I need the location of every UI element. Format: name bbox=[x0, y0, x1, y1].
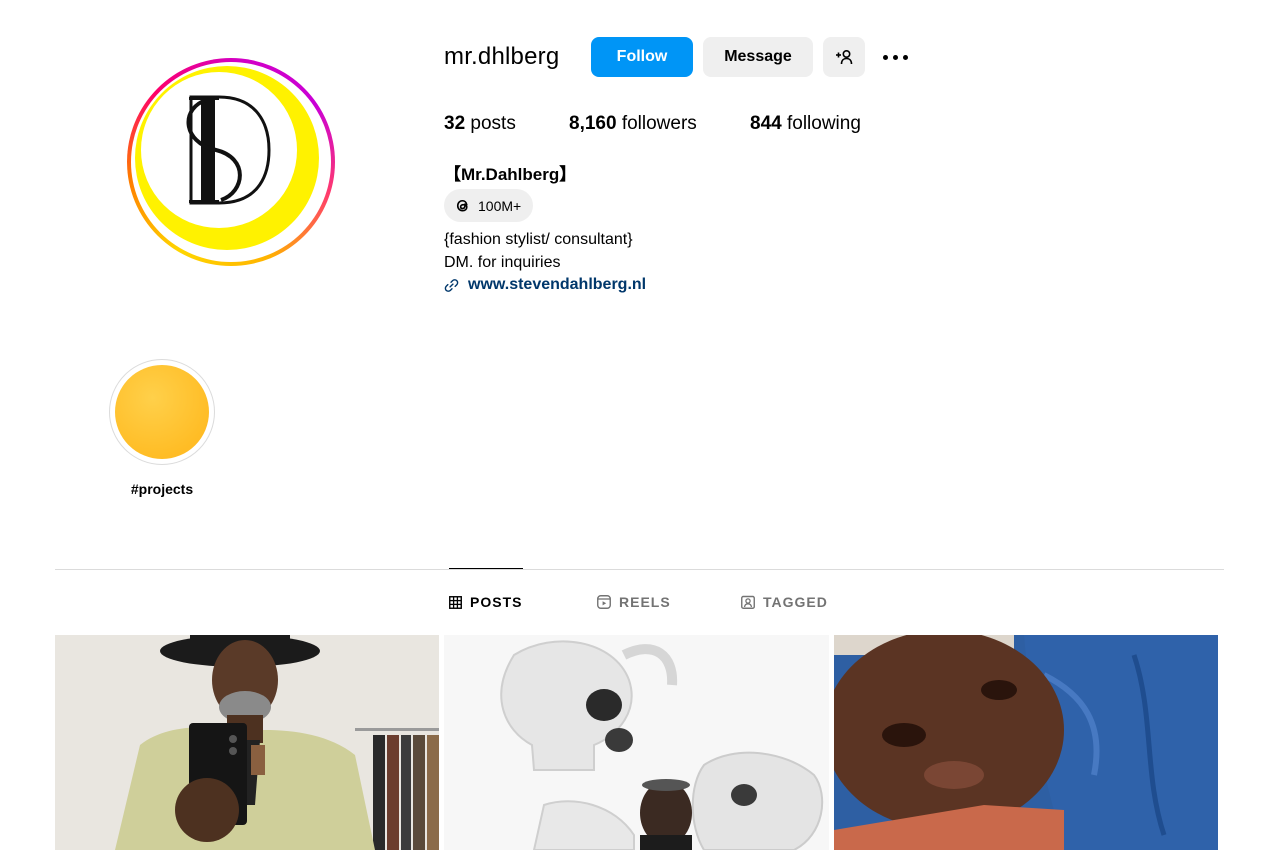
tab-posts[interactable]: POSTS bbox=[449, 594, 522, 610]
tab-posts-label: POSTS bbox=[470, 594, 523, 610]
bio-line: DM. for inquiries bbox=[444, 254, 561, 271]
post-thumbnail[interactable] bbox=[444, 635, 829, 850]
followers-link[interactable]: 8,160 followers bbox=[569, 113, 697, 135]
tab-tagged-label: TAGGED bbox=[763, 594, 828, 610]
story-highlight[interactable] bbox=[109, 359, 215, 465]
profile-username: mr.dhlberg bbox=[444, 43, 560, 70]
bio-line: {fashion stylist/ consultant} bbox=[444, 231, 633, 248]
post-image bbox=[444, 635, 829, 850]
ds-monogram-logo bbox=[186, 95, 271, 205]
threads-icon bbox=[456, 199, 468, 212]
external-link-text: www.stevendahlberg.nl bbox=[468, 276, 647, 293]
post-image bbox=[55, 635, 439, 850]
post-image bbox=[834, 635, 1218, 850]
following-link[interactable]: 844 following bbox=[750, 113, 861, 135]
tabs-divider bbox=[55, 569, 1224, 570]
posts-count: 32 posts bbox=[444, 113, 516, 134]
post-thumbnail[interactable] bbox=[834, 635, 1218, 850]
threads-badge-label: 100M+ bbox=[478, 197, 522, 214]
more-dots-icon bbox=[882, 54, 888, 60]
tab-reels[interactable]: REELS bbox=[597, 594, 671, 610]
highlight-label: #projects bbox=[130, 481, 194, 497]
add-user-icon bbox=[836, 49, 853, 65]
external-link[interactable]: www.stevendahlberg.nl bbox=[444, 276, 646, 294]
tagged-icon bbox=[741, 595, 755, 609]
highlight-cover bbox=[115, 365, 209, 459]
suggest-user-button[interactable] bbox=[823, 37, 865, 77]
message-button[interactable]: Message bbox=[703, 37, 813, 77]
active-tab-indicator bbox=[449, 568, 523, 569]
reels-icon bbox=[597, 595, 611, 609]
grid-icon bbox=[449, 595, 462, 609]
threads-badge[interactable]: 100M+ bbox=[444, 189, 533, 222]
profile-avatar[interactable] bbox=[127, 58, 335, 266]
profile-full-name: 【Mr.Dahlberg】 bbox=[444, 165, 577, 184]
profile-page: mr.dhlberg Follow Message 32 posts 8,160… bbox=[0, 0, 1271, 850]
avatar-logo bbox=[141, 72, 297, 228]
follow-button[interactable]: Follow bbox=[591, 37, 693, 77]
tab-tagged[interactable]: TAGGED bbox=[741, 594, 828, 610]
post-thumbnail[interactable] bbox=[55, 635, 439, 850]
tab-reels-label: REELS bbox=[619, 594, 671, 610]
more-options-button[interactable] bbox=[877, 44, 913, 70]
link-icon bbox=[444, 278, 459, 292]
